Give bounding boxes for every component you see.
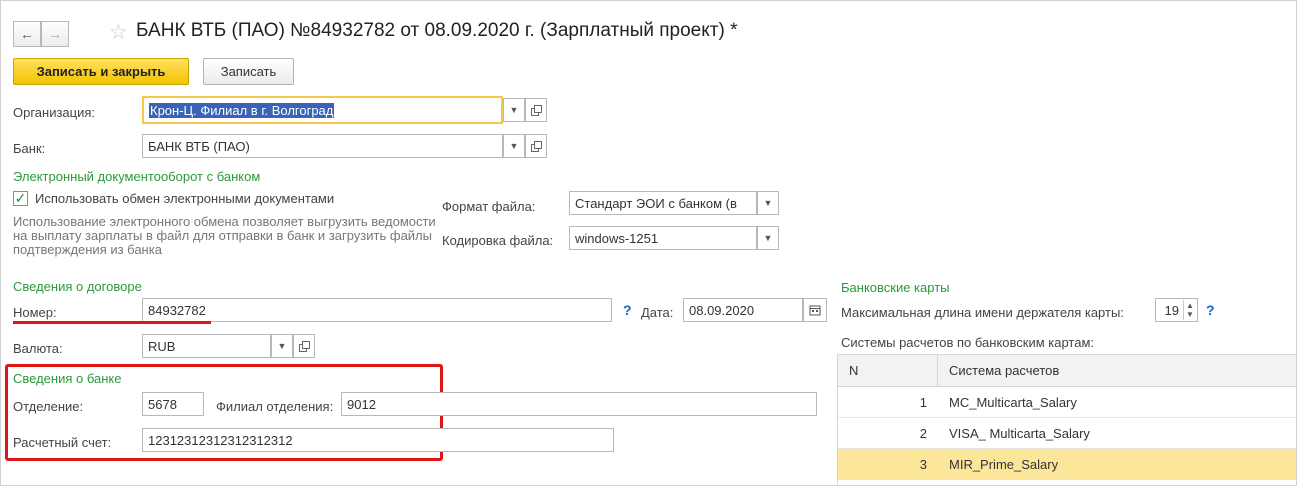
bank-label: Банк:	[13, 141, 46, 156]
currency-label: Валюта:	[13, 341, 63, 356]
currency-input[interactable]: RUB	[142, 334, 271, 358]
encoding-input[interactable]: windows-1251	[569, 226, 757, 250]
favorite-star-icon[interactable]: ☆	[109, 20, 128, 45]
organization-input[interactable]: Крон-Ц. Филиал в г. Волгоград	[142, 96, 503, 124]
organization-value: Крон-Ц. Филиал в г. Волгоград	[149, 102, 335, 118]
back-button[interactable]: ←	[13, 21, 41, 47]
account-label: Расчетный счет:	[13, 435, 112, 450]
bank-dropdown-button[interactable]: ▼	[503, 134, 525, 158]
chevron-down-icon: ▼	[763, 233, 773, 243]
organization-dropdown-button[interactable]: ▼	[503, 98, 525, 122]
account-input[interactable]: 12312312312312312312	[142, 428, 614, 452]
edo-note: Использование электронного обмена позвол…	[13, 214, 436, 257]
spin-down-icon[interactable]: ▼	[1186, 310, 1194, 319]
row-system: MC_Multicarta_Salary	[949, 394, 1077, 410]
save-button[interactable]: Записать	[203, 58, 294, 85]
open-window-icon	[530, 140, 542, 152]
row-number: 2	[919, 425, 927, 441]
branch-label: Отделение:	[13, 399, 84, 414]
row-system: MIR_Prime_Salary	[949, 456, 1059, 472]
chevron-down-icon: ▼	[277, 341, 287, 351]
number-input[interactable]: 84932782	[142, 298, 612, 322]
organization-open-button[interactable]	[525, 98, 547, 122]
forward-button[interactable]: →	[41, 21, 69, 47]
sub-branch-label: Филиал отделения:	[216, 399, 334, 414]
encoding-dropdown-button[interactable]: ▼	[757, 226, 779, 250]
use-exchange-checkbox[interactable]: ✓	[13, 191, 28, 206]
max-name-length-spinner[interactable]: ▲ ▼	[1183, 300, 1196, 320]
document-form: ← → ☆ БАНК ВТБ (ПАО) №84932782 от 08.09.…	[0, 0, 1297, 486]
branch-input[interactable]: 5678	[142, 392, 204, 416]
card-systems-table-header: N Система расчетов	[837, 354, 1296, 387]
currency-open-button[interactable]	[293, 334, 315, 358]
table-left-border	[837, 354, 838, 485]
cards-section-title: Банковские карты	[841, 280, 950, 295]
max-name-length-label: Максимальная длина имени держателя карты…	[841, 305, 1124, 320]
contract-help-icon[interactable]: ?	[623, 302, 632, 318]
column-header-n[interactable]: N	[849, 355, 858, 386]
file-format-input[interactable]: Стандарт ЭОИ с банком (в	[569, 191, 757, 215]
cards-help-icon[interactable]: ?	[1206, 302, 1215, 318]
row-system: VISA_ Multicarta_Salary	[949, 425, 1090, 441]
file-format-label: Формат файла:	[442, 199, 536, 214]
date-picker-button[interactable]	[803, 298, 827, 322]
organization-label: Организация:	[13, 105, 96, 120]
bank-details-section-title: Сведения о банке	[13, 371, 122, 386]
calendar-icon	[809, 305, 821, 316]
date-label: Дата:	[641, 305, 674, 320]
open-window-icon	[530, 104, 542, 116]
date-input[interactable]: 08.09.2020	[683, 298, 803, 322]
file-format-dropdown-button[interactable]: ▼	[757, 191, 779, 215]
open-window-icon	[298, 340, 310, 352]
arrow-left-icon: ←	[20, 26, 34, 42]
spin-up-icon[interactable]: ▲	[1186, 301, 1194, 310]
number-label: Номер:	[13, 305, 57, 320]
sub-branch-input[interactable]: 9012	[341, 392, 817, 416]
column-header-system[interactable]: Система расчетов	[949, 355, 1059, 386]
save-and-close-button[interactable]: Записать и закрыть	[13, 58, 189, 85]
page-title: БАНК ВТБ (ПАО) №84932782 от 08.09.2020 г…	[136, 20, 738, 41]
arrow-right-icon: →	[48, 26, 62, 42]
card-systems-label: Системы расчетов по банковским картам:	[841, 335, 1095, 350]
number-underline-highlight	[13, 321, 211, 324]
encoding-label: Кодировка файла:	[442, 233, 554, 248]
table-row-selected[interactable]: 3 MIR_Prime_Salary	[837, 449, 1296, 480]
chevron-down-icon: ▼	[509, 105, 519, 115]
chevron-down-icon: ▼	[763, 198, 773, 208]
currency-dropdown-button[interactable]: ▼	[271, 334, 293, 358]
bank-input[interactable]: БАНК ВТБ (ПАО)	[142, 134, 503, 158]
column-divider	[937, 355, 938, 386]
checkmark-icon: ✓	[14, 190, 27, 206]
bank-open-button[interactable]	[525, 134, 547, 158]
use-exchange-label: Использовать обмен электронными документ…	[35, 191, 335, 206]
table-row[interactable]: 1 MC_Multicarta_Salary	[837, 387, 1296, 418]
table-row[interactable]: 2 VISA_ Multicarta_Salary	[837, 418, 1296, 449]
chevron-down-icon: ▼	[509, 141, 519, 151]
row-number: 1	[919, 394, 927, 410]
edo-section-title: Электронный документооборот с банком	[13, 169, 261, 184]
contract-section-title: Сведения о договоре	[13, 279, 142, 294]
row-number: 3	[919, 456, 927, 472]
